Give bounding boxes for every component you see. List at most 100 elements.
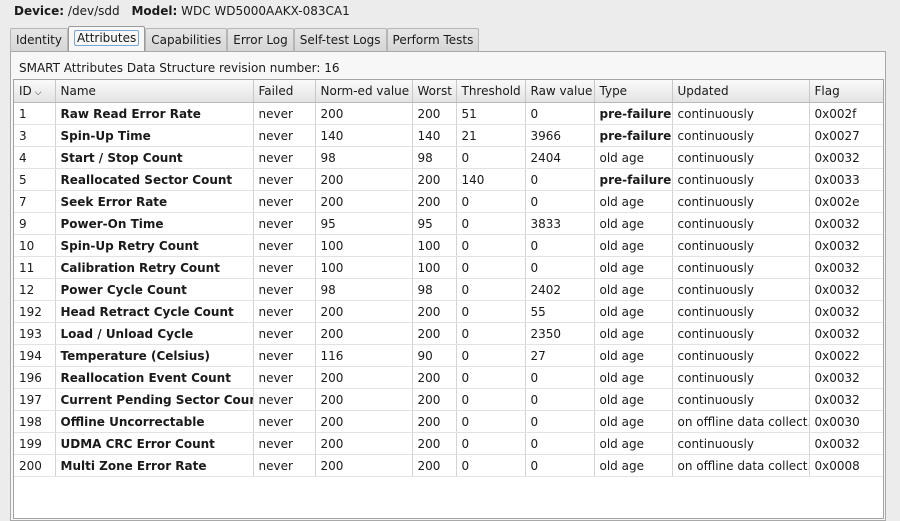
column-header-name[interactable]: Name [55, 80, 254, 103]
table-row[interactable]: 12 Power Cycle Count never 98 98 0 2402 old age… [14, 278, 883, 301]
table-row[interactable]: 9 Power-On Time never 95 95 0 3833 old age conti… [14, 212, 883, 235]
tab-label: Identity [16, 33, 62, 47]
model-label: Model: [131, 4, 178, 18]
cell-raw-value: 3833 [525, 212, 595, 235]
column-header-threshold[interactable]: Threshold [456, 80, 526, 103]
cell-worst: 140 [412, 124, 457, 147]
table-row[interactable]: 194 Temperature (Celsius) never 116 90 0 27 old… [14, 344, 883, 367]
tab-label: Attributes [74, 30, 140, 46]
cell-name: Head Retract Cycle Count [55, 300, 254, 323]
cell-threshold: 0 [456, 190, 526, 213]
cell-failed: never [253, 344, 316, 367]
tab-error-log[interactable]: Error Log [227, 28, 294, 51]
cell-normed-value: 200 [315, 102, 413, 125]
cell-flag: 0x0027 [809, 124, 883, 147]
table-row[interactable]: 196 Reallocation Event Count never 200 200 0 0… [14, 366, 883, 389]
tab-identity[interactable]: Identity [10, 28, 68, 51]
tab-label: Error Log [233, 33, 288, 47]
cell-updated: continuously [672, 168, 810, 191]
cell-name: Raw Read Error Rate [55, 102, 254, 125]
cell-failed: never [253, 102, 316, 125]
cell-updated: continuously [672, 300, 810, 323]
cell-updated: continuously [672, 124, 810, 147]
table-row[interactable]: 10 Spin-Up Retry Count never 100 100 0 0 old ag… [14, 234, 883, 257]
attributes-table-container[interactable]: ID ⌵ Name Failed Norm-ed value Worst Thre… [13, 79, 884, 519]
table-row[interactable]: 198 Offline Uncorrectable never 200 200 0 0 old… [14, 410, 883, 433]
cell-normed-value: 200 [315, 190, 413, 213]
cell-id: 196 [14, 366, 56, 389]
table-row[interactable]: 11 Calibration Retry Count never 100 100 0 0 ol… [14, 256, 883, 279]
cell-updated: continuously [672, 388, 810, 411]
chevron-down-icon: ⌵ [34, 88, 42, 98]
cell-id: 7 [14, 190, 56, 213]
tab-attributes[interactable]: Attributes [68, 26, 146, 51]
cell-name: Start / Stop Count [55, 146, 254, 169]
table-row[interactable]: 199 UDMA CRC Error Count never 200 200 0 0 old … [14, 432, 883, 455]
cell-flag: 0x0032 [809, 366, 883, 389]
cell-threshold: 140 [456, 168, 526, 191]
cell-id: 194 [14, 344, 56, 367]
cell-updated: continuously [672, 432, 810, 455]
cell-updated: continuously [672, 190, 810, 213]
cell-failed: never [253, 432, 316, 455]
cell-name: Offline Uncorrectable [55, 410, 254, 433]
cell-name: Calibration Retry Count [55, 256, 254, 279]
cell-type: pre-failure [594, 124, 673, 147]
tab-capabilities[interactable]: Capabilities [145, 28, 228, 51]
column-header-flag[interactable]: Flag [809, 80, 883, 103]
table-row[interactable]: 7 Seek Error Rate never 200 200 0 0 old age cont… [14, 190, 883, 213]
model-value: WDC WD5000AAKX-083CA1 [181, 4, 350, 18]
tab-label: Capabilities [151, 33, 222, 47]
column-header-normed-value[interactable]: Norm-ed value [315, 80, 413, 103]
cell-updated: continuously [672, 146, 810, 169]
cell-type: old age [594, 212, 673, 235]
cell-raw-value: 2402 [525, 278, 595, 301]
cell-threshold: 0 [456, 234, 526, 257]
cell-failed: never [253, 278, 316, 301]
cell-threshold: 0 [456, 278, 526, 301]
table-row[interactable]: 193 Load / Unload Cycle never 200 200 0 2350 ol… [14, 322, 883, 345]
cell-flag: 0x002f [809, 102, 883, 125]
cell-worst: 200 [412, 190, 457, 213]
column-header-raw-value[interactable]: Raw value [525, 80, 595, 103]
column-header-type[interactable]: Type [594, 80, 673, 103]
table-header: ID ⌵ Name Failed Norm-ed value Worst Thre… [14, 80, 883, 103]
cell-name: Spin-Up Time [55, 124, 254, 147]
cell-worst: 100 [412, 234, 457, 257]
tab-bar: Identity Attributes Capabilities Error L… [10, 26, 480, 51]
cell-raw-value: 27 [525, 344, 595, 367]
table-row[interactable]: 1 Raw Read Error Rate never 200 200 51 0 pre-fa… [14, 102, 883, 125]
table-row[interactable]: 5 Reallocated Sector Count never 200 200 140 0… [14, 168, 883, 191]
tab-perform-tests[interactable]: Perform Tests [386, 28, 480, 51]
cell-threshold: 0 [456, 344, 526, 367]
column-header-updated[interactable]: Updated [672, 80, 810, 103]
column-header-worst[interactable]: Worst [412, 80, 457, 103]
cell-raw-value: 0 [525, 388, 595, 411]
attributes-panel: SMART Attributes Data Structure revision… [10, 51, 886, 521]
column-header-id[interactable]: ID ⌵ [14, 80, 56, 103]
cell-worst: 200 [412, 168, 457, 191]
tab-self-test-logs[interactable]: Self-test Logs [293, 28, 387, 51]
cell-normed-value: 116 [315, 344, 413, 367]
cell-type: old age [594, 366, 673, 389]
cell-flag: 0x0032 [809, 234, 883, 257]
cell-raw-value: 2404 [525, 146, 595, 169]
cell-worst: 200 [412, 454, 457, 477]
cell-type: old age [594, 190, 673, 213]
cell-name: Reallocated Sector Count [55, 168, 254, 191]
table-row[interactable]: 197 Current Pending Sector Count never 200 2… [14, 388, 883, 411]
cell-id: 197 [14, 388, 56, 411]
cell-raw-value: 0 [525, 366, 595, 389]
table-row[interactable]: 192 Head Retract Cycle Count never 200 200 0 5… [14, 300, 883, 323]
attributes-table: ID ⌵ Name Failed Norm-ed value Worst Thre… [14, 80, 883, 477]
cell-raw-value: 0 [525, 168, 595, 191]
column-header-failed[interactable]: Failed [253, 80, 316, 103]
cell-flag: 0x0032 [809, 322, 883, 345]
cell-normed-value: 140 [315, 124, 413, 147]
table-row[interactable]: 3 Spin-Up Time never 140 140 21 3966 pre-failur… [14, 124, 883, 147]
cell-updated: on offline data collect. [672, 410, 810, 433]
cell-flag: 0x0032 [809, 278, 883, 301]
cell-worst: 200 [412, 102, 457, 125]
table-row[interactable]: 200 Multi Zone Error Rate never 200 200 0 0 old… [14, 454, 883, 477]
table-row[interactable]: 4 Start / Stop Count never 98 98 0 2404 old age… [14, 146, 883, 169]
